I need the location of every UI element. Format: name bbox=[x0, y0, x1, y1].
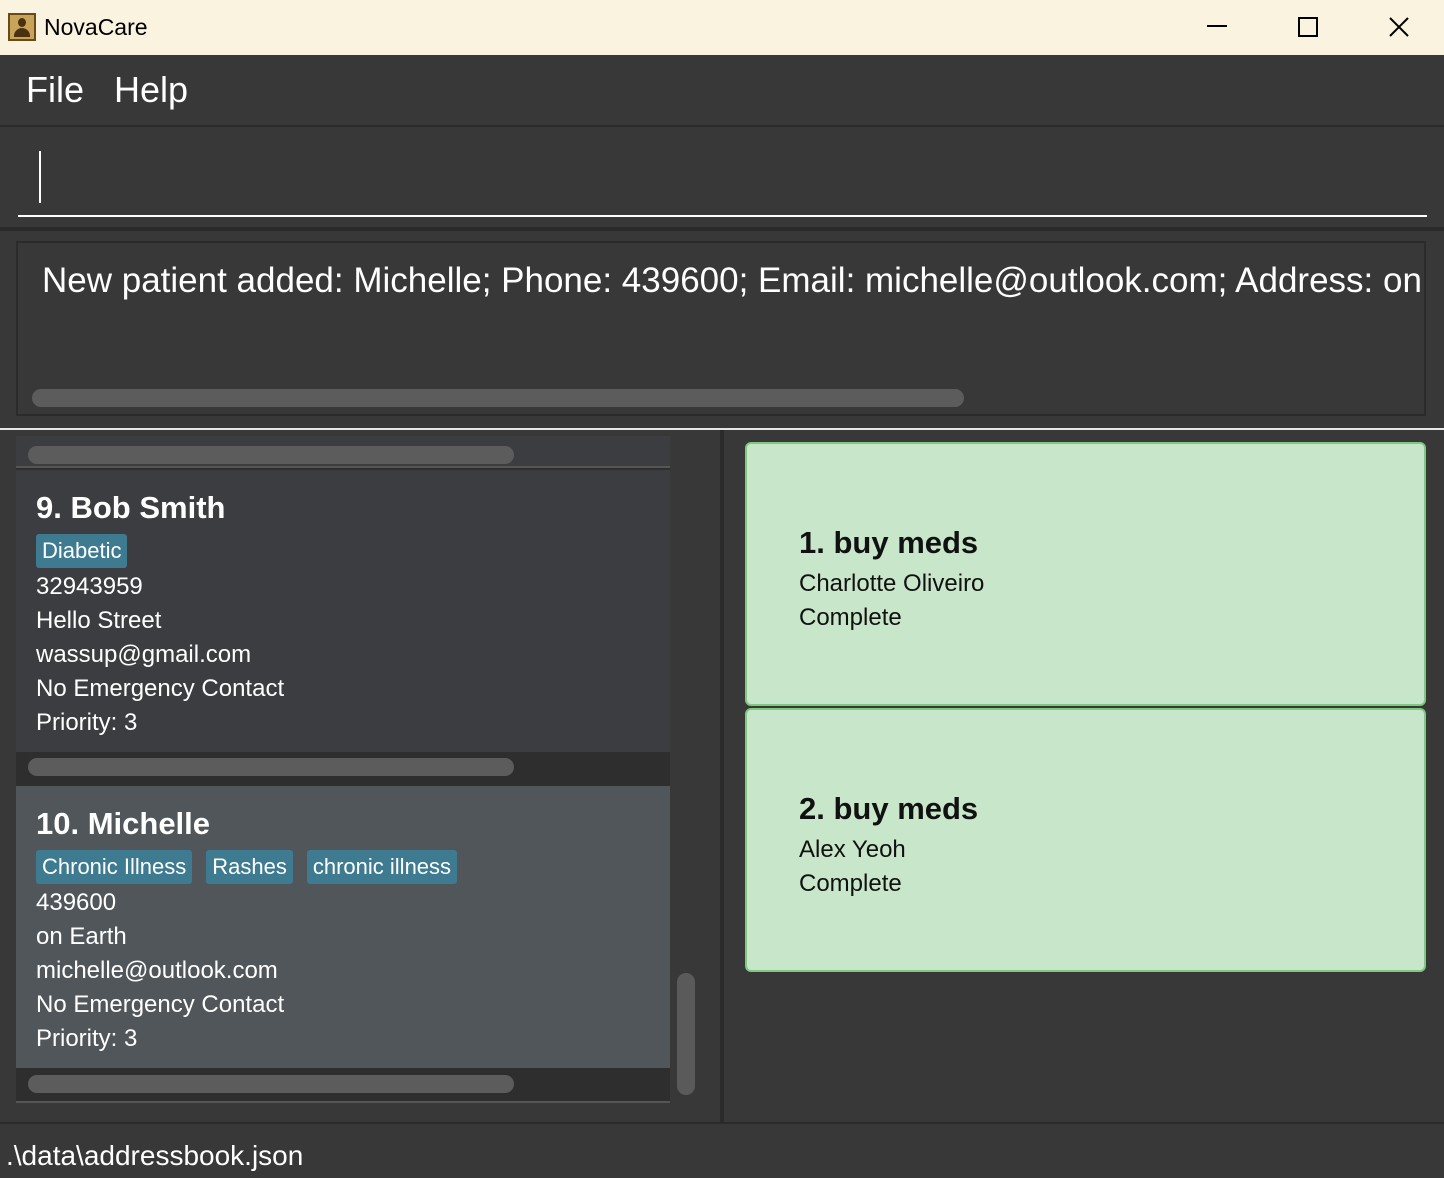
task-patient: Charlotte Oliveiro bbox=[799, 570, 985, 597]
task-title: 1. buy meds bbox=[799, 525, 979, 560]
patient-phone: 439600 bbox=[36, 889, 117, 916]
menu-help[interactable]: Help bbox=[114, 69, 188, 111]
save-file-path: .\data\addressbook.json bbox=[6, 1140, 304, 1171]
patient-address: on Earth bbox=[36, 923, 127, 950]
window-title: NovaCare bbox=[44, 14, 148, 40]
result-text: New patient added: Michelle; Phone: 4396… bbox=[42, 261, 1426, 300]
maximize-button[interactable] bbox=[1263, 0, 1353, 55]
patient-card-partial bbox=[16, 436, 670, 468]
minimize-button[interactable] bbox=[1172, 0, 1262, 55]
tag-list: Diabetic bbox=[36, 534, 128, 568]
patient-name: 10. Michelle bbox=[36, 806, 211, 841]
patient-card-selected[interactable]: 10. Michelle Chronic Illness Rashes chro… bbox=[16, 786, 670, 1101]
task-status: Complete bbox=[799, 604, 902, 631]
patient-list[interactable]: 9. Bob Smith Diabetic 32943959 Hello Str… bbox=[16, 436, 670, 1103]
patient-list-vertical-scrollbar[interactable] bbox=[677, 973, 695, 1095]
patient-card[interactable]: 9. Bob Smith Diabetic 32943959 Hello Str… bbox=[16, 470, 670, 782]
divider bbox=[16, 466, 670, 468]
menu-file[interactable]: File bbox=[26, 69, 84, 111]
patient-priority: Priority: 3 bbox=[36, 1025, 138, 1052]
card-scroll-track bbox=[16, 752, 670, 782]
menu-bar: File Help bbox=[0, 55, 1444, 127]
task-patient: Alex Yeoh bbox=[799, 836, 906, 863]
text-caret bbox=[39, 151, 41, 203]
result-display[interactable]: New patient added: Michelle; Phone: 4396… bbox=[16, 241, 1426, 416]
patient-name: 9. Bob Smith bbox=[36, 490, 226, 525]
card-scroll-track bbox=[16, 1068, 670, 1101]
maximize-icon bbox=[1298, 17, 1318, 37]
patient-phone: 32943959 bbox=[36, 573, 143, 600]
card-horizontal-scrollbar[interactable] bbox=[28, 1075, 514, 1093]
command-input[interactable] bbox=[18, 137, 1427, 217]
close-icon bbox=[1389, 17, 1409, 37]
task-status: Complete bbox=[799, 870, 902, 897]
close-button[interactable] bbox=[1354, 0, 1444, 55]
tag-list: Chronic Illness Rashes chronic illness bbox=[36, 850, 458, 884]
task-card[interactable]: 1. buy meds Charlotte Oliveiro Complete bbox=[745, 442, 1426, 706]
minimize-icon bbox=[1207, 25, 1227, 27]
patient-email: michelle@outlook.com bbox=[36, 957, 278, 984]
contact-book-icon bbox=[8, 13, 36, 41]
tag: Chronic Illness bbox=[36, 850, 193, 884]
task-card[interactable]: 2. buy meds Alex Yeoh Complete bbox=[745, 708, 1426, 972]
tag: Diabetic bbox=[36, 534, 128, 568]
task-title: 2. buy meds bbox=[799, 791, 979, 826]
patient-emergency-contact: No Emergency Contact bbox=[36, 991, 285, 1018]
result-horizontal-scrollbar[interactable] bbox=[32, 389, 964, 407]
title-bar: NovaCare bbox=[0, 0, 1444, 55]
patient-email: wassup@gmail.com bbox=[36, 641, 252, 668]
patient-priority: Priority: 3 bbox=[36, 709, 138, 736]
command-area bbox=[0, 127, 1444, 227]
card-horizontal-scrollbar[interactable] bbox=[28, 446, 514, 464]
tag: chronic illness bbox=[306, 850, 458, 884]
split-divider[interactable] bbox=[720, 430, 724, 1122]
patient-address: Hello Street bbox=[36, 607, 162, 634]
card-horizontal-scrollbar[interactable] bbox=[28, 758, 514, 776]
tag: Rashes bbox=[206, 850, 293, 884]
divider bbox=[0, 227, 1444, 231]
patient-emergency-contact: No Emergency Contact bbox=[36, 675, 285, 702]
status-bar: .\data\addressbook.json bbox=[0, 1122, 1444, 1178]
